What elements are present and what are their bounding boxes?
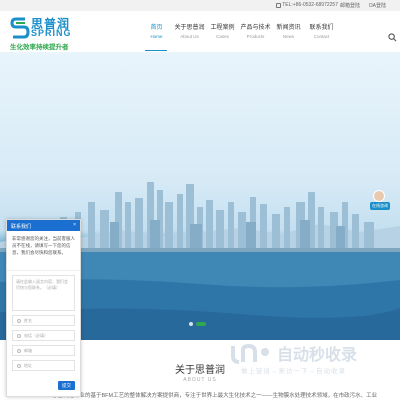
email-field[interactable]: 邮箱: [12, 345, 75, 356]
name-field[interactable]: 姓名: [12, 315, 75, 326]
nav-item-home[interactable]: 首页 Home: [140, 22, 173, 52]
phone-number: TEL:+86-0532-68972257: [282, 2, 338, 8]
nav-item-news[interactable]: 新闻资讯 News: [272, 22, 305, 52]
logo-en-text: SPRING: [31, 28, 72, 38]
email-placeholder: 邮箱: [24, 347, 32, 353]
nav-sublabel: News: [282, 34, 295, 39]
phone-icon: [17, 333, 21, 338]
watermark-subtitle: 做上链接→来访一下→自动收录: [241, 368, 346, 375]
close-icon[interactable]: ×: [73, 222, 76, 228]
chat-widget: 联系我们 × 非常感谢您的关注，当前客服人员不在线，请填写一下您的信息，我们会尽…: [6, 219, 81, 397]
watermark: 自动秒收录 做上链接→来访一下→自动收录: [229, 340, 389, 376]
logo-slogan: 生化效率持续提升者: [10, 44, 69, 51]
nav-sublabel: Home: [150, 34, 163, 39]
online-consult[interactable]: 在线咨询: [368, 190, 398, 212]
nav-sublabel: About Us: [180, 34, 199, 39]
nav-sublabel: Contact: [313, 34, 330, 39]
search-icon[interactable]: [388, 33, 397, 42]
logo[interactable]: 思普润 SPRING 生化效率持续提升者: [10, 15, 100, 51]
about-text: 思普润是专业的基于BFM工艺的整体解决方案提供商，专注于世界上最大生化技术之一—…: [52, 393, 378, 399]
chat-title: 联系我们: [11, 224, 32, 230]
watermark-title: 自动秒收录: [277, 347, 358, 364]
nav-label: 工程案例: [210, 25, 235, 31]
nav-label: 联系我们: [309, 25, 334, 31]
nav-active-indicator: [145, 50, 167, 51]
phone-icon: [276, 2, 282, 8]
nav-sublabel: Cases: [216, 34, 229, 39]
watermark-logo-icon: [231, 343, 269, 364]
nav-item-products[interactable]: 产品与技术 Products: [239, 22, 272, 52]
mail-icon: [17, 348, 21, 353]
online-consult-label: 在线咨询: [370, 202, 390, 210]
phone-field[interactable]: 电话（必填）: [12, 330, 75, 341]
nav-label: 新闻资讯: [276, 25, 301, 31]
header: 思普润 SPRING 生化效率持续提升者 首页 Home 关于思普润 About…: [0, 11, 400, 52]
oa-login-link[interactable]: OA登陆: [369, 2, 386, 9]
chat-header: 联系我们 ×: [7, 220, 80, 231]
carousel-dot[interactable]: [189, 322, 193, 326]
name-placeholder: 姓名: [24, 317, 32, 323]
main-nav: 首页 Home 关于思普润 About Us 工程案例 Cases 产品与技术 …: [140, 22, 338, 52]
carousel-dot-active[interactable]: [196, 322, 206, 326]
nav-item-contact[interactable]: 联系我们 Contact: [305, 22, 338, 52]
address-placeholder: 地址: [24, 362, 32, 368]
phone-info: TEL:+86-0532-68972257: [276, 2, 338, 8]
phone-placeholder: 电话（必填）: [24, 332, 48, 338]
top-bar: TEL:+86-0532-68972257 邮箱登陆 OA登陆: [0, 0, 400, 11]
nav-label: 关于思普润: [174, 25, 205, 31]
nav-label: 首页: [150, 25, 163, 31]
location-icon: [17, 363, 21, 368]
chat-message: 非常感谢您的关注，当前客服人员不在线，请填写一下您的信息，我们会尽快和您联系。: [7, 231, 80, 271]
user-icon: [17, 318, 21, 323]
address-field[interactable]: 地址: [12, 360, 75, 371]
avatar: [373, 190, 385, 202]
logo-mark-icon: [10, 17, 30, 39]
mail-login-link[interactable]: 邮箱登陆: [340, 2, 360, 9]
nav-label: 产品与技术: [240, 25, 271, 31]
nav-item-cases[interactable]: 工程案例 Cases: [206, 22, 239, 52]
nav-item-about[interactable]: 关于思普润 About Us: [173, 22, 206, 52]
carousel-dots: [189, 322, 206, 326]
nav-sublabel: Products: [246, 34, 265, 39]
message-textarea[interactable]: 请在此输入留言内容，我们会尽快与您联系。（必填）: [12, 275, 75, 311]
submit-button[interactable]: 提交: [58, 381, 75, 390]
